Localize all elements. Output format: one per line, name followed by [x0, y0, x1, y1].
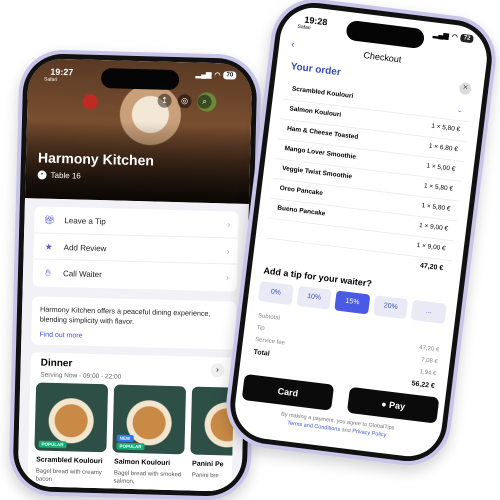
- item-price: 1 × 5,80 €: [423, 182, 454, 193]
- battery-icon: 72: [460, 33, 474, 44]
- menu-section-title: Dinner: [40, 357, 73, 370]
- content-sheet: 🎁︎ Leave a Tip › ★ Add Review › ✋︎ Call …: [17, 198, 249, 492]
- summary-value: 7,08 €: [420, 357, 439, 366]
- action-label: Call Waiter: [62, 268, 102, 279]
- order-total: 47,20 €: [419, 262, 444, 273]
- dish-card[interactable]: POPULAR Scrambled Koulouri Bagel bread w…: [33, 382, 109, 491]
- left-phone-screen: 19:27 Safari ▂▄▆ ◠ 70 ↥ ◎ ⌕ Harmony Kitc…: [17, 58, 253, 492]
- apple-pay-label: Pay: [388, 399, 406, 412]
- chevron-right-icon[interactable]: ›: [210, 363, 225, 378]
- summary-label: Total: [253, 348, 271, 358]
- wifi-icon: ◠: [451, 33, 459, 42]
- chevron-right-icon: ›: [226, 246, 230, 257]
- table-label: ▪ Table 16: [37, 170, 81, 181]
- order-title: Your order: [289, 61, 342, 79]
- about-card: Harmony Kitchen offers a peaceful dining…: [31, 296, 237, 350]
- dish-description: Bagel bread with smoked salmon,: [113, 470, 182, 486]
- item-name: Ham & Cheese Toasted: [286, 125, 359, 141]
- item-name: Salmon Koulouri: [289, 105, 342, 119]
- item-price: 1 × 9,00 €: [418, 222, 449, 233]
- left-phone: 19:27 Safari ▂▄▆ ◠ 70 ↥ ◎ ⌕ Harmony Kitc…: [8, 48, 262, 500]
- item-price: 1 × 5,80 €: [421, 202, 451, 213]
- dynamic-island: [100, 68, 180, 91]
- apple-icon: ●: [380, 398, 388, 410]
- menu-section: Dinner Serving Now - 09:00 - 22:00 › POP…: [26, 352, 235, 492]
- tip-option-20[interactable]: 20%: [372, 295, 409, 320]
- stage: 19:27 Safari ▂▄▆ ◠ 70 ↥ ◎ ⌕ Harmony Kitc…: [0, 0, 500, 500]
- waving-hand-icon: ✋︎: [45, 267, 51, 278]
- tip-option-10[interactable]: 10%: [296, 285, 332, 310]
- right-phone: 19:28 Safari ▂▄▆ ◠ 72 ‹ Checkout Your or…: [221, 0, 500, 471]
- popular-badge: POPULAR: [116, 442, 145, 451]
- summary-label: Subtotal: [257, 313, 281, 322]
- item-name: Bueno Pancake: [276, 204, 326, 218]
- item-name: Scrambled Koulouri: [291, 85, 354, 101]
- table-number: Table 16: [50, 170, 81, 181]
- action-label: Add Review: [63, 242, 107, 253]
- item-price: 1 × 9,00 €: [416, 241, 446, 253]
- action-label: Leave a Tip: [64, 215, 106, 226]
- status-time: 19:27: [50, 66, 74, 78]
- dish-description: Bagel bread with creamy bacon: [35, 468, 102, 483]
- close-icon[interactable]: ✕: [458, 81, 472, 96]
- total-value: 56,22 €: [411, 380, 436, 391]
- menu-section-hours: Serving Now - 09:00 - 22:00: [40, 371, 122, 381]
- item-price: 1 × 6,80 €: [428, 142, 459, 154]
- signal-icon: ▂▄▆: [195, 71, 212, 79]
- status-icons: ▂▄▆ ◠ 72: [432, 30, 474, 44]
- gift-icon: 🎁︎: [43, 214, 56, 225]
- tip-option-0[interactable]: 0%: [257, 281, 294, 306]
- call-waiter-button[interactable]: ✋︎ Call Waiter ›: [32, 258, 238, 291]
- chevron-right-icon: ›: [227, 219, 231, 230]
- about-text: Harmony Kitchen offers a peaceful dining…: [39, 304, 211, 326]
- status-carrier: Safari: [44, 76, 58, 83]
- dish-name: Scrambled Koulouri: [36, 456, 103, 466]
- summary-value: 1,94 €: [419, 369, 437, 378]
- dish-card[interactable]: NEW POPULAR Salmon Koulouri Bagel bread …: [111, 384, 187, 491]
- tip-option-15[interactable]: 15%: [334, 290, 371, 315]
- dish-description: Panini bre: [191, 472, 219, 480]
- actions-card: 🎁︎ Leave a Tip › ★ Add Review › ✋︎ Call …: [32, 206, 239, 292]
- item-price: 1 × 5,80 €: [430, 122, 461, 134]
- table-icon: ▪: [37, 170, 47, 180]
- popular-badge: POPULAR: [38, 440, 67, 449]
- dish-name: Salmon Koulouri: [114, 458, 171, 467]
- restaurant-name: Harmony Kitchen: [37, 149, 155, 169]
- summary-label: Tip: [256, 325, 265, 332]
- item-name: Veggie Twist Smoothie: [281, 164, 353, 181]
- find-out-more-link[interactable]: Find out more: [39, 332, 82, 340]
- chevron-right-icon: ›: [225, 272, 230, 283]
- summary-value: 47,20 €: [418, 344, 440, 354]
- chevron-down-icon[interactable]: ⌄: [457, 106, 463, 115]
- item-name: Oreo Pancake: [279, 184, 324, 198]
- item-name: Mango Lover Smoothie: [284, 145, 357, 161]
- battery-icon: 70: [223, 71, 237, 80]
- signal-icon: ▂▄▆: [432, 31, 450, 41]
- wifi-icon: ◠: [214, 72, 221, 80]
- star-icon: ★: [44, 241, 53, 252]
- status-carrier: Safari: [297, 23, 311, 32]
- dish-name: Panini Pe: [191, 460, 224, 469]
- new-badge: NEW: [116, 434, 134, 443]
- order-list: Scrambled Koulouri ⌄ Salmon Koulouri 1 ×…: [262, 78, 472, 283]
- status-icons: ▂▄▆ ◠ 70: [196, 71, 237, 80]
- tip-option-custom[interactable]: ...: [411, 299, 447, 324]
- legal-and: and: [341, 427, 352, 435]
- item-price: 1 × 5,00 €: [425, 162, 456, 174]
